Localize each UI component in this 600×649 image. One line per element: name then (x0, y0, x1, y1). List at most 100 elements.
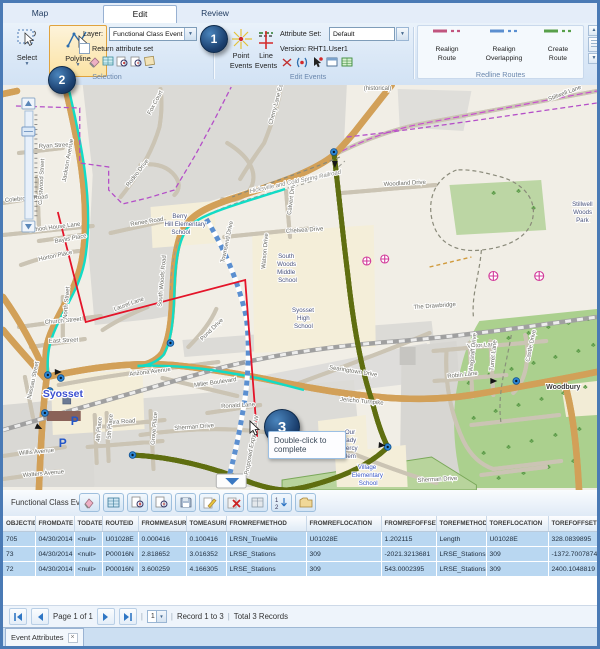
realign-route-icon (431, 26, 463, 36)
table-row[interactable]: 7204/30/2014<null>P00016N3.6002594.16630… (3, 562, 597, 577)
attribute-set-label: Attribute Set: (280, 29, 322, 38)
svg-text:Our: Our (345, 429, 355, 436)
svg-text:♣: ♣ (471, 415, 476, 422)
return-attribute-set-checkbox[interactable] (79, 43, 90, 54)
select-event-icon[interactable] (310, 55, 324, 69)
snap-event-icon[interactable] (295, 55, 309, 69)
column-header[interactable]: TODATE (74, 516, 102, 532)
tab-event-attributes[interactable]: Event Attributes × (5, 628, 84, 647)
svg-text:Village: Village (358, 464, 377, 471)
town-label: Syosset (43, 389, 84, 400)
event-table-icon[interactable] (340, 55, 354, 69)
pan-to-selection-button[interactable] (151, 493, 172, 512)
redline-routes-group-label: Redline Routes (417, 70, 584, 79)
column-header[interactable]: OBJECTID (3, 516, 35, 532)
layer-label: Layer: (83, 29, 103, 38)
realign-overlapping-button[interactable]: Realign Overlapping (475, 26, 533, 74)
column-header[interactable]: FROMREFMETHOD (226, 516, 306, 532)
callout-1: 1 (200, 25, 228, 53)
version-label: Version: RHT1.User1 (280, 44, 348, 53)
create-route-icon (542, 26, 574, 36)
realign-route-button[interactable]: Realign Route (421, 26, 473, 74)
svg-text:School: School (294, 323, 313, 330)
svg-text:♣: ♣ (516, 188, 521, 195)
svg-text:School: School (359, 480, 378, 487)
svg-text:♣: ♣ (493, 408, 498, 415)
tab-edit[interactable]: Edit (103, 5, 177, 23)
svg-text:Woods: Woods (573, 209, 592, 216)
sort-records-button[interactable]: 12 (271, 493, 292, 512)
first-page-button[interactable] (9, 608, 27, 625)
table-options-button[interactable] (295, 493, 316, 512)
map-collapse-handle[interactable] (216, 474, 246, 488)
pan-selected-icon[interactable] (129, 54, 143, 68)
svg-text:Berry: Berry (172, 213, 188, 220)
column-header[interactable]: TOMEASURE (186, 516, 226, 532)
prev-page-button[interactable] (31, 608, 49, 625)
selection-table-icon[interactable] (101, 54, 115, 68)
svg-text:♣: ♣ (506, 444, 511, 451)
save-edits-button[interactable] (175, 493, 196, 512)
ribbon-scrollbar[interactable]: ▲ ▼ (588, 25, 600, 64)
line-events-button[interactable]: Line Events (249, 25, 283, 77)
tooltip: Double-click to complete (268, 431, 346, 459)
select-icon (15, 27, 39, 53)
column-header[interactable]: TOREFLOCATION (486, 516, 548, 532)
panel-header: Functional Class Event 12 (3, 490, 597, 517)
column-header[interactable]: ROUTEID (102, 516, 138, 532)
ribbon: Map Edit Review Select ▼ Polyline ▼ Laye (3, 3, 597, 86)
svg-text:♣: ♣ (516, 402, 521, 409)
attribute-table-button[interactable] (103, 493, 124, 512)
svg-text:♣: ♣ (577, 426, 582, 433)
column-header[interactable]: FROMREFLOCATION (306, 516, 381, 532)
svg-text:Stillwell: Stillwell (572, 201, 593, 208)
select-button[interactable]: Select ▼ (7, 25, 47, 77)
column-header[interactable]: TOREFOFFSET (548, 516, 597, 532)
last-page-button[interactable] (119, 608, 137, 625)
column-header[interactable]: TOREFMETHOD (436, 516, 486, 532)
svg-text:Hill Elementary: Hill Elementary (164, 221, 206, 228)
svg-text:♣: ♣ (496, 475, 501, 482)
map-canvas[interactable]: ♣♣♣♣♣♣♣♣♣♣♣♣♣♣♣♣♣♣♣♣♣♣♣♣♣♣♣♣♣♣♣♣ (3, 85, 597, 490)
selection-options-icon[interactable] (143, 54, 157, 68)
event-window-icon[interactable] (325, 55, 339, 69)
table-row[interactable]: 70504/30/2014<null>U01028E0.0004160.1004… (3, 532, 597, 547)
svg-text:♣: ♣ (529, 438, 534, 445)
svg-text:School: School (278, 277, 297, 284)
scroll-down-icon[interactable]: ▼ (588, 53, 600, 64)
layer-combobox[interactable]: Functional Class Event ▼ (109, 27, 197, 41)
remove-event-icon[interactable] (280, 55, 294, 69)
table-row[interactable]: 7304/30/2014<null>P00016N2.8186523.01635… (3, 547, 597, 562)
svg-text:♣: ♣ (583, 384, 588, 391)
attribute-set-combobox[interactable]: Default (329, 27, 395, 41)
realign-overlapping-icon (488, 26, 520, 36)
close-icon[interactable]: × (68, 633, 78, 643)
layer-combo-arrow-icon[interactable]: ▼ (184, 28, 196, 40)
select-dropdown-arrow[interactable]: ▼ (7, 62, 47, 66)
tab-map[interactable]: Map (17, 5, 63, 22)
svg-text:♣: ♣ (539, 396, 544, 403)
scrollbar-thumb[interactable] (588, 37, 600, 52)
delete-record-button[interactable] (223, 493, 244, 512)
zoom-selected-icon[interactable] (115, 54, 129, 68)
column-header[interactable]: FROMREFOFFSET (381, 516, 436, 532)
svg-text:♣: ♣ (576, 348, 581, 355)
scroll-up-icon[interactable]: ▲ (588, 25, 600, 36)
edit-attributes-button[interactable] (199, 493, 220, 512)
svg-text:Park: Park (576, 217, 590, 224)
create-route-button[interactable]: Create Route (535, 26, 581, 74)
page-size-combobox[interactable]: 1▼ (147, 610, 167, 623)
related-tables-button[interactable] (247, 493, 268, 512)
zoom-to-selection-button[interactable] (127, 493, 148, 512)
svg-text:(historical): (historical) (364, 86, 391, 92)
tab-review[interactable]: Review (179, 5, 251, 22)
column-header[interactable]: FROMDATE (35, 516, 74, 532)
select-tool-button[interactable] (79, 493, 100, 512)
layer-value: Functional Class Event (113, 31, 183, 38)
column-header[interactable]: FROMMEASURE (138, 516, 186, 532)
clear-selection-icon[interactable] (87, 54, 101, 68)
callout-2: 2 (48, 66, 76, 94)
svg-text:School: School (171, 229, 190, 236)
attribute-set-combo-arrow[interactable]: ▼ (396, 27, 409, 41)
next-page-button[interactable] (97, 608, 115, 625)
